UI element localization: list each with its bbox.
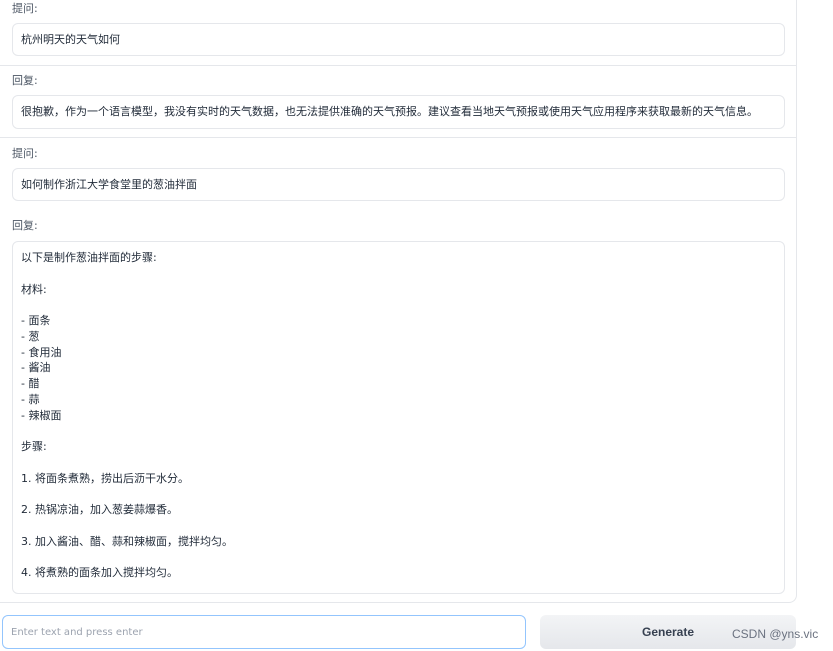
- answer-label: 回复:: [12, 74, 38, 87]
- answer-line-break: [21, 486, 776, 502]
- answer-line: 材料:: [21, 282, 47, 296]
- answer-line: 2. 热锅凉油，加入葱姜蒜爆香。: [21, 503, 178, 516]
- question-label: 提问:: [12, 2, 38, 15]
- answer-line-break: [21, 455, 776, 471]
- answer-line-break: [21, 423, 776, 439]
- answer-line-break: [21, 518, 776, 534]
- answer-line: 4. 将煮熟的面条加入搅拌均匀。: [21, 566, 178, 579]
- question-content: 如何制作浙江大学食堂里的葱油拌面: [21, 177, 197, 191]
- question-block-2: 提问: 如何制作浙江大学食堂里的葱油拌面: [0, 138, 796, 208]
- question-text-1: 杭州明天的天气如何: [12, 23, 785, 56]
- question-content: 杭州明天的天气如何: [21, 32, 120, 46]
- answer-text-2: 以下是制作葱油拌面的步骤: 材料: - 面条 - 葱 - 食用油 - 酱油 - …: [12, 241, 785, 594]
- answer-line-break: [21, 549, 776, 565]
- watermark: CSDN @yns.vic: [732, 627, 819, 641]
- answer-line: 步骤:: [21, 440, 47, 453]
- prompt-input[interactable]: [2, 615, 526, 649]
- answer-line: - 辣椒面: [21, 408, 62, 422]
- answer-line: - 酱油: [21, 361, 51, 375]
- answer-line-break: [21, 297, 776, 313]
- answer-label: 回复:: [12, 219, 38, 232]
- answer-line: 以下是制作葱油拌面的步骤:: [21, 251, 157, 264]
- answer-line: - 葱: [21, 329, 40, 343]
- input-row: Generate: [0, 614, 833, 651]
- answer-line: - 蒜: [21, 392, 40, 406]
- answer-block-2: 回复: 以下是制作葱油拌面的步骤: 材料: - 面条 - 葱 - 食用油 - 酱…: [0, 208, 796, 600]
- chat-history-panel: 提问: 杭州明天的天气如何 回复: 很抱歉，作为一个语言模型，我没有实时的天气数…: [0, 0, 797, 603]
- answer-block-1: 回复: 很抱歉，作为一个语言模型，我没有实时的天气数据，也无法提供准确的天气预报…: [0, 66, 796, 138]
- answer-content: 很抱歉，作为一个语言模型，我没有实时的天气数据，也无法提供准确的天气预报。建议查…: [21, 105, 758, 119]
- question-block-1: 提问: 杭州明天的天气如何: [0, 0, 796, 66]
- answer-line: 3. 加入酱油、醋、蒜和辣椒面，搅拌均匀。: [21, 534, 233, 548]
- question-label: 提问:: [12, 147, 38, 160]
- answer-line: - 面条: [21, 314, 51, 327]
- question-text-2: 如何制作浙江大学食堂里的葱油拌面: [12, 168, 785, 201]
- answer-line: - 食用油: [21, 345, 62, 359]
- answer-line: 1. 将面条煮熟，捞出后沥干水分。: [21, 471, 189, 485]
- answer-line-break: [21, 266, 776, 282]
- answer-line: - 醋: [21, 377, 40, 390]
- answer-text-1: 很抱歉，作为一个语言模型，我没有实时的天气数据，也无法提供准确的天气预报。建议查…: [12, 95, 785, 129]
